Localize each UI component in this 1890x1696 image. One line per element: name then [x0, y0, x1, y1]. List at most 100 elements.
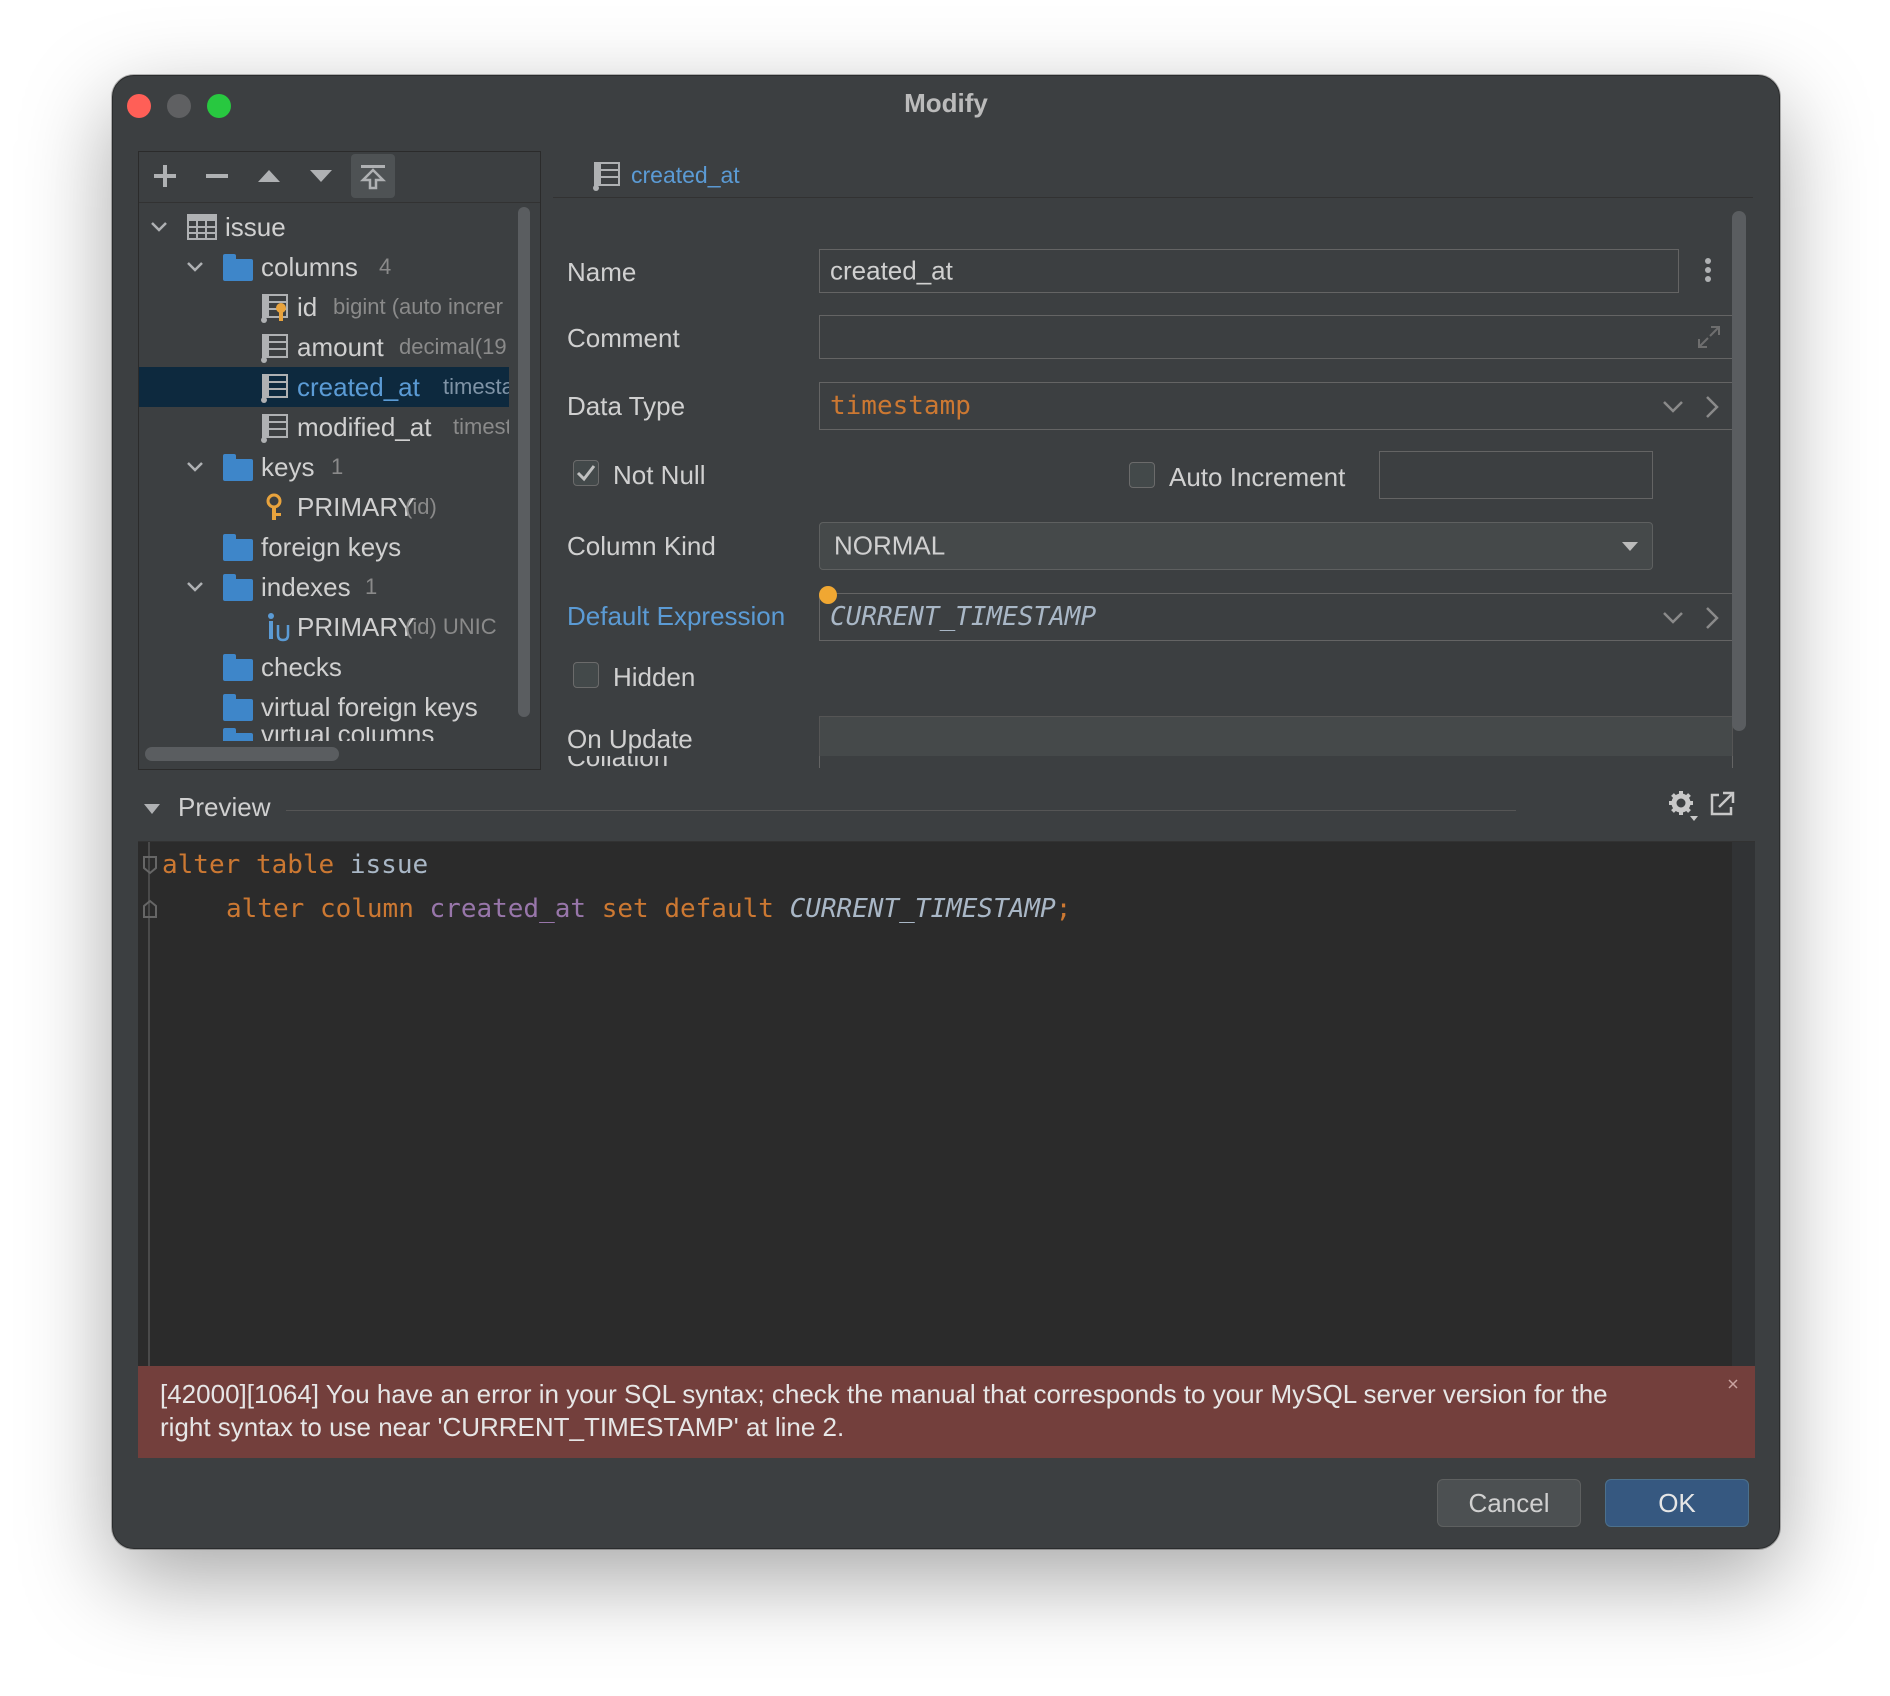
tree-node-index-primary[interactable]: PRIMARY (id) UNIC	[139, 607, 509, 647]
code-keyword: set	[601, 894, 649, 924]
folder-icon	[223, 694, 253, 721]
open-in-editor-icon[interactable]	[1708, 790, 1736, 818]
column-icon	[593, 162, 620, 191]
move-to-top-button[interactable]	[351, 154, 395, 198]
table-icon	[187, 214, 217, 240]
tree-toolbar	[139, 152, 540, 203]
tree-node-key-primary[interactable]: PRIMARY (id)	[139, 487, 509, 527]
default-expression-value: CURRENT_TIMESTAMP	[830, 602, 1097, 632]
column-created_at-type: timesta	[443, 374, 509, 399]
default-expression-combobox[interactable]: CURRENT_TIMESTAMP	[819, 593, 1733, 641]
move-up-button[interactable]	[247, 154, 291, 198]
name-input-value: created_at	[830, 255, 953, 286]
code-line-2: alter column created_at set default CURR…	[226, 894, 1071, 924]
properties-header: created_at	[553, 151, 1753, 198]
tree-node-virtual-foreign-keys[interactable]: virtual foreign keys	[139, 687, 509, 727]
comment-input[interactable]	[819, 315, 1733, 359]
more-options-icon[interactable]	[1703, 256, 1713, 286]
key-primary-detail: (id)	[405, 494, 437, 519]
chevron-down-icon	[187, 462, 203, 472]
data-type-combobox[interactable]: timestamp	[819, 382, 1733, 430]
sql-preview-editor[interactable]: alter table issue alter column created_a…	[138, 841, 1755, 1372]
preview-header: Preview	[138, 786, 1755, 836]
comment-label: Comment	[567, 323, 680, 353]
column-icon	[261, 334, 288, 363]
dropdown-arrow-icon	[1622, 542, 1638, 551]
auto-increment-input[interactable]	[1379, 451, 1653, 499]
minus-icon	[206, 174, 228, 178]
collation-label: Collation	[567, 756, 668, 768]
tree-node-columns-label: columns	[261, 251, 358, 282]
window-title: Modify	[904, 88, 988, 118]
column-kind-label: Column Kind	[567, 531, 716, 561]
fold-end-icon[interactable]	[141, 898, 159, 920]
error-message-line-2: right syntax to use near 'CURRENT_TIMEST…	[160, 1412, 845, 1442]
tree-node-issue[interactable]: issue	[139, 207, 509, 247]
name-input[interactable]: created_at	[819, 249, 1679, 293]
folder-icon	[223, 254, 253, 281]
tree-node-virtual-columns[interactable]: virtual columns	[139, 727, 509, 741]
chevron-down-icon	[187, 582, 203, 592]
gear-icon[interactable]	[1668, 790, 1698, 822]
ok-button[interactable]: OK	[1605, 1479, 1749, 1527]
tree-node-columns[interactable]: columns 4	[139, 247, 509, 287]
on-update-label: On Update	[567, 724, 693, 754]
editor-gutter-line	[148, 842, 150, 1372]
error-message-line-1: [42000][1064] You have an error in your …	[160, 1379, 1608, 1409]
tree-node-column-created_at[interactable]: created_at timesta	[139, 367, 509, 407]
cancel-button[interactable]: Cancel	[1437, 1479, 1581, 1527]
tree-node-foreign-keys[interactable]: foreign keys	[139, 527, 509, 567]
collation-combobox[interactable]	[819, 756, 1733, 768]
tree-horizontal-scrollbar[interactable]	[145, 747, 339, 761]
tree-node-indexes-label: indexes	[261, 571, 351, 602]
tree-node-indexes[interactable]: indexes 1	[139, 567, 509, 607]
tree-node-checks[interactable]: checks	[139, 647, 509, 687]
modified-indicator-icon	[819, 586, 837, 604]
auto-increment-label: Auto Increment	[1169, 462, 1346, 492]
primary-key-column-icon	[261, 294, 288, 323]
editor-scroll-track	[1732, 842, 1755, 1372]
not-null-checkbox[interactable]	[573, 460, 599, 486]
indexes-count: 1	[365, 574, 378, 599]
data-type-value: timestamp	[830, 391, 971, 421]
auto-increment-checkbox[interactable]	[1129, 462, 1155, 488]
index-primary-detail: (id) UNIC	[405, 614, 497, 639]
chevron-down-icon[interactable]	[1662, 397, 1684, 417]
keys-count: 1	[331, 454, 344, 479]
chevron-right-icon[interactable]	[1704, 606, 1720, 630]
tree-node-column-amount[interactable]: amount decimal(19	[139, 327, 509, 367]
chevron-down-icon	[187, 262, 203, 272]
preview-divider	[286, 810, 1516, 811]
fold-start-icon[interactable]	[141, 854, 159, 876]
expand-icon[interactable]	[1696, 324, 1722, 350]
close-icon[interactable]	[1727, 1378, 1739, 1390]
chevron-right-icon[interactable]	[1704, 395, 1720, 419]
code-column-name: created_at	[429, 894, 587, 924]
hidden-checkbox[interactable]	[573, 662, 599, 688]
properties-header-title: created_at	[631, 162, 740, 188]
tree-node-keys[interactable]: keys 1	[139, 447, 509, 487]
checkmark-icon	[576, 465, 596, 482]
default-expression-label: Default Expression	[567, 601, 786, 631]
tree-node-virtual-columns-label: virtual columns	[261, 727, 434, 741]
tree-vertical-scrollbar[interactable]	[518, 207, 530, 717]
column-modified_at-type: timest	[453, 414, 509, 439]
triangle-down-icon	[310, 170, 332, 182]
column-kind-select[interactable]: NORMAL	[819, 522, 1653, 570]
collapse-triangle-icon[interactable]	[142, 802, 162, 816]
tree-node-column-id[interactable]: id bigint (auto increr	[139, 287, 509, 327]
properties-scrollbar[interactable]	[1732, 211, 1746, 731]
code-keyword: default	[664, 894, 774, 924]
chevron-down-icon[interactable]	[1662, 608, 1684, 628]
code-table-name: issue	[349, 850, 429, 880]
chevron-down-icon	[151, 222, 167, 232]
remove-button[interactable]	[195, 154, 239, 198]
name-label: Name	[567, 257, 637, 287]
triangle-up-icon	[258, 170, 280, 182]
add-button[interactable]	[143, 154, 187, 198]
folder-icon	[223, 728, 253, 741]
folder-icon	[223, 534, 253, 561]
code-keyword: column	[319, 894, 414, 924]
tree-node-column-modified_at[interactable]: modified_at timest	[139, 407, 509, 447]
move-down-button[interactable]	[299, 154, 343, 198]
